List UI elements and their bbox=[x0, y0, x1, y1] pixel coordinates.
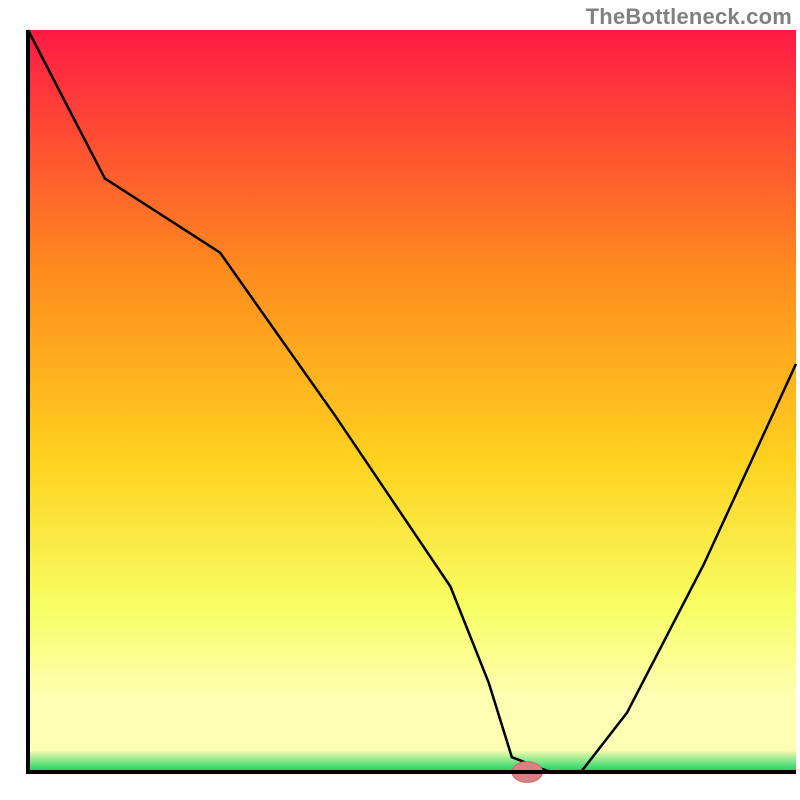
chart-container: TheBottleneck.com bbox=[0, 0, 800, 800]
bottleneck-chart bbox=[0, 0, 800, 800]
plot-background bbox=[28, 30, 796, 772]
